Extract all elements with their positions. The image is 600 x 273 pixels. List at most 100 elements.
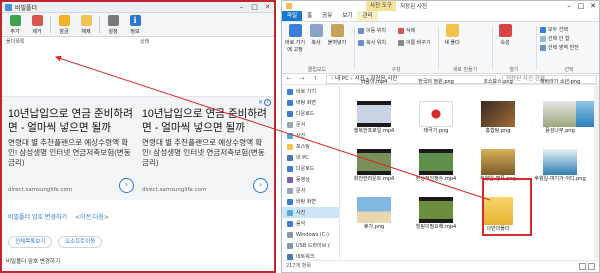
ad-url[interactable]: direct.samsunglife.com: [8, 187, 72, 193]
tab-manage[interactable]: 관리: [357, 11, 378, 21]
file-item[interactable]: 바람이.mp4: [344, 79, 404, 89]
up-arrow-icon[interactable]: ↑: [313, 76, 318, 82]
view-all-button[interactable]: 전체목록보기: [8, 236, 53, 248]
app-icon: [5, 3, 12, 11]
rename-button[interactable]: 이름 바꾸기: [398, 39, 431, 46]
clipboard-group: 바로 가기에 고정 복사 붙여넣기 클립보드: [282, 24, 352, 73]
toolbar-divider: [50, 16, 51, 33]
back-arrow-icon[interactable]: ←: [286, 76, 291, 82]
forward-arrow-icon[interactable]: →: [300, 76, 305, 82]
nav-item-pictures[interactable]: 사진: [282, 207, 339, 218]
file-item[interactable]: 휴가.png: [344, 197, 404, 241]
ribbon-divider: [492, 26, 493, 70]
remove-button[interactable]: 제거: [26, 13, 48, 36]
osoft-button[interactable]: 오소프트이동: [58, 236, 103, 248]
pc-icon: [287, 154, 293, 161]
ad-headline[interactable]: 10년납입으로 연금 준비하려면 - 얼마씩 넣으면 될까: [142, 107, 270, 135]
info-button[interactable]: i 정보: [124, 13, 146, 36]
ad-arrow-icon[interactable]: ›: [119, 178, 134, 193]
video-icon: [287, 176, 293, 183]
invert-selection-button[interactable]: 선택 영역 반전: [540, 44, 579, 51]
ad-headline[interactable]: 10년납입으로 연금 준비하려면 - 얼마씩 넣으면 될까: [8, 107, 136, 135]
details-view-icon[interactable]: [579, 263, 586, 270]
desktop-icon: [287, 99, 293, 106]
paste-button[interactable]: 붙여넣기: [326, 24, 348, 46]
nav-item-downloads[interactable]: 다운로드: [282, 108, 339, 119]
new-folder-button[interactable]: 새 폴더: [442, 24, 462, 46]
tab-file[interactable]: 파일: [282, 11, 303, 21]
lock-button[interactable]: 잠금: [53, 13, 75, 36]
nav-item-desktop[interactable]: 바탕 화면: [282, 196, 339, 207]
ad-info-icon[interactable]: i: [264, 99, 271, 106]
delete-button[interactable]: 삭제: [398, 27, 415, 34]
nav-item-documents[interactable]: 문서: [282, 185, 339, 196]
ad-arrow-icon[interactable]: ›: [253, 178, 268, 193]
select-none-icon: [540, 35, 546, 42]
minimize-button[interactable]: –: [235, 3, 248, 11]
file-item[interactable]: 해바라기 소년.png: [530, 79, 590, 89]
new-group: 새 폴더 새로 만들기: [440, 24, 490, 73]
tab-share[interactable]: 공유: [317, 11, 337, 21]
move-to-button[interactable]: 이동 위치: [358, 27, 386, 34]
nav-item-usb-drive[interactable]: USB 드라이브 (: [282, 240, 339, 251]
nav-item-pictures[interactable]: 사진: [282, 130, 339, 141]
ad-card[interactable]: 10년납입으로 연금 준비하려면 - 얼마씩 넣으면 될까 연령대 별 추천플랜…: [8, 107, 136, 197]
file-item[interactable]: [576, 101, 596, 145]
file-item[interactable]: 행복한프로일.mp4: [344, 101, 404, 145]
nav-label: 네트워크: [296, 254, 315, 260]
network-icon: [287, 253, 293, 260]
nav-item-music[interactable]: 음악: [282, 218, 339, 229]
nav-item-documents[interactable]: 문서: [282, 119, 339, 130]
add-button[interactable]: 추가: [4, 13, 26, 36]
large-icons-view-icon[interactable]: [588, 263, 595, 270]
ad-close-icon[interactable]: ✕: [258, 99, 263, 106]
lock-icon: [58, 15, 70, 26]
file-item[interactable]: 한국의 정원.png: [406, 79, 466, 89]
close-button[interactable]: ✕: [261, 3, 274, 11]
tab-view[interactable]: 보기: [337, 11, 357, 21]
select-all-icon: [540, 26, 546, 33]
file-item[interactable]: 화천한라운트.mp4: [344, 149, 404, 193]
copy-to-icon: [358, 39, 364, 46]
close-button[interactable]: ✕: [587, 1, 599, 11]
minimize-button[interactable]: –: [563, 1, 575, 11]
copy-to-button[interactable]: 복사 위치: [358, 39, 386, 46]
ad-card[interactable]: 10년납입으로 연금 준비하려면 - 얼마씩 넣으면 될까 연령대 별 추천플랜…: [142, 107, 270, 197]
file-item[interactable]: 홍합탕.png: [468, 101, 528, 145]
nav-label: 문서: [296, 122, 306, 128]
properties-button[interactable]: 속성: [496, 24, 514, 46]
file-item[interactable]: 환상적인정수.mp4: [406, 149, 466, 193]
file-item[interactable]: 코스모스.png: [468, 79, 528, 89]
maximize-button[interactable]: □: [575, 1, 587, 11]
nav-item-desktop[interactable]: 바탕 화면: [282, 97, 339, 108]
organize-group-label: 구성: [391, 67, 401, 73]
nav-item-videos[interactable]: 동영상: [282, 174, 339, 185]
pin-button[interactable]: 바로 가기에 고정: [284, 24, 306, 53]
maximize-button[interactable]: □: [248, 3, 261, 11]
prev-next-link[interactable]: <이전 다음>: [75, 214, 109, 221]
pin-icon: [288, 24, 302, 37]
copy-button[interactable]: 복사: [308, 24, 324, 46]
settings-button[interactable]: 설정: [102, 13, 124, 36]
explorer-title-bar: 사진 도구 저장된 사진 – □ ✕: [282, 1, 599, 11]
vertical-scrollbar[interactable]: [594, 86, 599, 259]
ad-url[interactable]: direct.samsunglife.com: [142, 187, 206, 193]
file-item[interactable]: 후월일-여기가 어디.png: [530, 149, 590, 193]
folder-list[interactable]: [5, 46, 271, 95]
nav-item-windows-drive[interactable]: Windows (C:): [282, 229, 339, 240]
file-item[interactable]: 태극기.png: [406, 101, 466, 145]
select-all-button[interactable]: 모두 선택: [540, 26, 568, 33]
unlock-button[interactable]: 해제: [75, 13, 97, 36]
nav-item-quick-access[interactable]: 바로 가기: [282, 86, 339, 97]
nav-item-posting[interactable]: 포스팅: [282, 141, 339, 152]
file-item[interactable]: 힐링이필요해.mp4: [406, 197, 466, 241]
picture-tools-tab[interactable]: 사진 도구: [366, 1, 396, 11]
clipboard-group-label: 클립보드: [307, 67, 327, 73]
change-password-link[interactable]: 비밀폴더 암호 변경하기: [8, 214, 67, 221]
navigation-pane: 바로 가기 바탕 화면 다운로드 문서 사진 포스팅 내 PC 다운로드 동영상…: [282, 86, 340, 260]
move-label: 이동 위치: [366, 28, 386, 34]
tab-home[interactable]: 홈: [302, 11, 317, 21]
select-none-button[interactable]: 선택 안 함: [540, 35, 570, 42]
nav-item-downloads[interactable]: 다운로드: [282, 163, 339, 174]
nav-item-this-pc[interactable]: 내 PC: [282, 152, 339, 163]
